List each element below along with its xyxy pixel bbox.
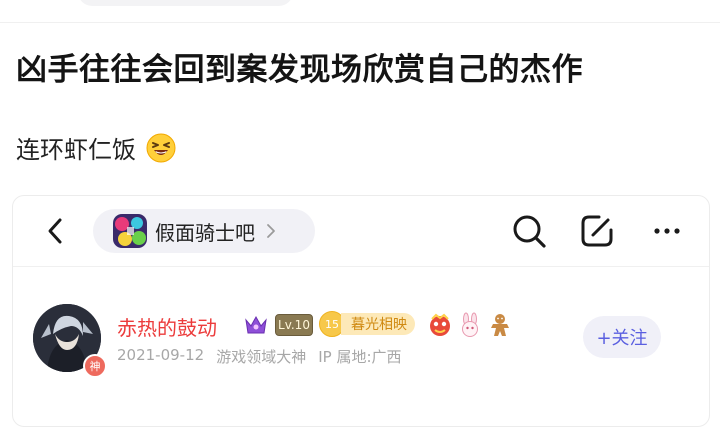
post-title: 凶手往往会回到案发现场欣赏自己的杰作 xyxy=(16,52,583,88)
crown-icon xyxy=(245,315,267,334)
medal-title: 暮光相映 xyxy=(341,313,415,335)
search-icon[interactable] xyxy=(507,209,551,253)
medal-badge: 15 暮光相映 xyxy=(319,311,415,337)
user-tag: 游戏领域大神 xyxy=(216,348,307,366)
top-divider xyxy=(0,22,720,23)
more-icon[interactable] xyxy=(645,209,689,253)
forum-name: 假面骑士吧 xyxy=(155,220,255,245)
ip-location: IP 属地:广西 xyxy=(318,348,402,366)
level-badge: Lv.10 xyxy=(275,314,313,336)
post-body: 连环虾仁饭 xyxy=(16,130,176,165)
author-meta: 2021-09-12 游戏领域大神 IP 属地:广西 xyxy=(117,346,402,367)
edit-icon[interactable] xyxy=(575,209,619,253)
username[interactable]: 赤热的鼓动 xyxy=(117,312,217,341)
follow-button[interactable]: +关注 xyxy=(583,316,661,358)
top-search-bar-fragment[interactable] xyxy=(78,0,293,6)
lion-dance-icon xyxy=(430,313,450,336)
post-date: 2021-09-12 xyxy=(117,346,205,364)
forum-entry-pill[interactable]: 假面骑士吧 xyxy=(93,209,315,253)
rabbit-icon xyxy=(462,312,478,337)
back-chevron-icon[interactable] xyxy=(41,214,71,248)
forum-avatar xyxy=(113,214,147,248)
gingerbread-icon xyxy=(491,314,509,336)
grinning-squinting-face-icon xyxy=(146,133,176,162)
author-row: 神 赤热的鼓动 Lv.10 15 暮光相映 2021-09-12 游戏领域大神 … xyxy=(13,268,709,418)
god-badge: 神 xyxy=(83,354,107,378)
card-nav-bar: 假面骑士吧 xyxy=(13,196,709,266)
chevron-right-icon xyxy=(267,224,275,238)
card-nav-divider xyxy=(13,266,709,267)
post-body-text: 连环虾仁饭 xyxy=(16,136,136,164)
shared-post-card[interactable]: 假面骑士吧 神 赤热的鼓动 Lv.10 15 暮光相映 2021-09-12 游… xyxy=(12,195,710,427)
